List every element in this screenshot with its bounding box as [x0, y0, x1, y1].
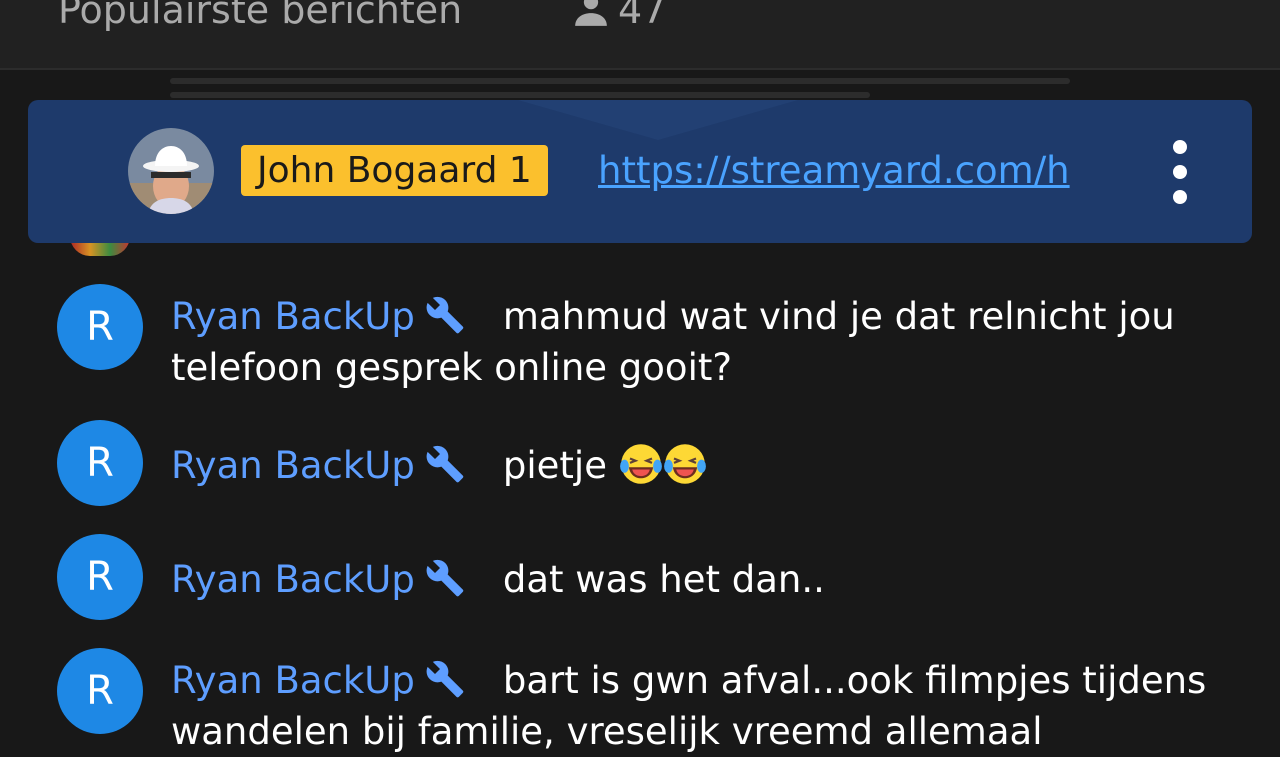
wrench-icon — [426, 445, 464, 483]
owner-author-badge[interactable]: John Bogaard 1 — [241, 145, 548, 196]
avatar[interactable]: R — [57, 534, 143, 620]
wrench-icon — [426, 660, 464, 698]
author-name[interactable]: Ryan BackUp — [171, 295, 415, 338]
more-options-button[interactable] — [1158, 140, 1202, 204]
dot — [1173, 165, 1187, 179]
message-body: Ryan BackUp bart is gwn afval...ook filmp… — [171, 655, 1241, 757]
profile-photo-icon — [128, 128, 214, 214]
avatar[interactable]: R — [57, 284, 143, 370]
author-name[interactable]: Ryan BackUp — [171, 558, 415, 601]
laughing-tears-emoji-icon — [663, 444, 706, 484]
author-name[interactable]: Ryan BackUp — [171, 444, 415, 487]
message-text: pietje — [502, 444, 619, 487]
wrench-icon — [426, 559, 464, 597]
laughing-tears-emoji-icon — [619, 444, 662, 484]
avatar[interactable]: R — [57, 420, 143, 506]
dot — [1173, 190, 1187, 204]
wrench-icon — [426, 296, 464, 334]
dot — [1173, 140, 1187, 154]
author-name[interactable]: Ryan BackUp — [171, 659, 415, 702]
avatar[interactable] — [128, 128, 214, 214]
pinned-message-banner[interactable]: John Bogaard 1 https://streamyard.com/h — [28, 100, 1252, 243]
message-body: Ryan BackUp mahmud wat vind je dat relnic… — [171, 291, 1241, 393]
avatar[interactable]: R — [57, 648, 143, 734]
message-text: dat was het dan.. — [502, 558, 825, 601]
message-body: Ryan BackUp dat was het dan.. — [171, 554, 1241, 605]
pinned-link[interactable]: https://streamyard.com/h — [598, 145, 1080, 196]
message-body: Ryan BackUp pietje — [171, 440, 1241, 491]
